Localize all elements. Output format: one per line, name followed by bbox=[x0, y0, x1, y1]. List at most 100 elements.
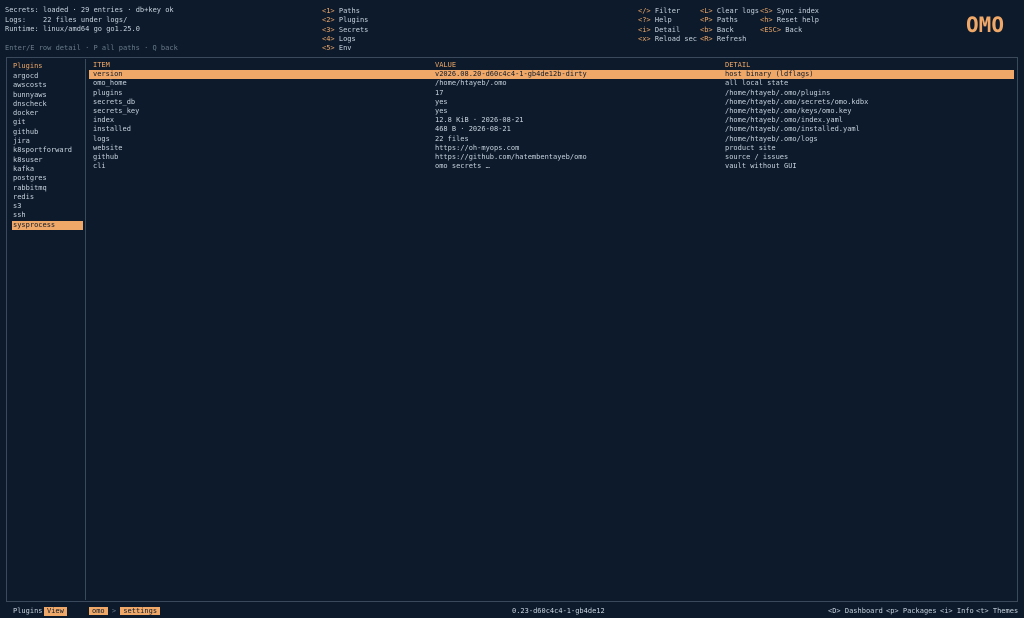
keyboard-hint: Enter/E row detail · P all paths · Q bac… bbox=[5, 44, 178, 52]
sidebar-item-docker[interactable]: docker bbox=[13, 109, 83, 118]
table-row[interactable]: secrets_key yes/home/htayeb/.omo/keys/omo… bbox=[89, 107, 1014, 116]
row-value: yes bbox=[435, 106, 448, 115]
row-value: 22 files bbox=[435, 134, 469, 143]
table-row[interactable]: website https://oh-myops.com product site bbox=[89, 144, 1014, 153]
actions-col-a: </> Filter <?> Help <i> Detail <x> Reloa… bbox=[638, 7, 697, 44]
row-detail: /home/htayeb/.omo/secrets/omo.kdbx bbox=[725, 97, 869, 106]
action-refresh[interactable]: <R> Refresh bbox=[700, 35, 759, 44]
row-item: cli bbox=[93, 162, 106, 171]
row-item: secrets_db bbox=[93, 97, 136, 106]
nav-plugins[interactable]: <2> Plugins bbox=[322, 16, 368, 25]
sidebar-item-kafka[interactable]: kafka bbox=[13, 165, 83, 174]
row-item: installed bbox=[93, 125, 131, 134]
sidebar-item-sysprocess[interactable]: sysprocess bbox=[12, 220, 83, 231]
nav-env[interactable]: <5> Env bbox=[322, 44, 368, 53]
table-row[interactable]: index 12.8 KiB · 2026-08-21/home/htayeb/.… bbox=[89, 116, 1014, 125]
table-row[interactable]: secrets_db yes/home/htayeb/.omo/secrets/o… bbox=[89, 98, 1014, 107]
row-item: omo_home bbox=[93, 79, 127, 88]
sidebar-item-argocd[interactable]: argocd bbox=[13, 72, 83, 81]
status-key: Runtime: bbox=[5, 25, 39, 33]
mode-badge: View bbox=[44, 607, 67, 616]
action-back[interactable]: <b> Back bbox=[700, 26, 759, 35]
action-help[interactable]: <?> Help bbox=[638, 16, 697, 25]
row-value: https://oh-myops.com bbox=[435, 143, 520, 152]
sidebar-item-jira[interactable]: jira bbox=[13, 137, 83, 146]
sidebar-item-git[interactable]: git bbox=[13, 118, 83, 127]
status-key: Secrets: bbox=[5, 6, 39, 14]
table-row[interactable]: github https://github.com/hatembentayeb/o… bbox=[89, 153, 1014, 162]
sidebar-item-awscosts[interactable]: awscosts bbox=[13, 81, 83, 90]
sidebar-item-bunnyaws[interactable]: bunnyaws bbox=[13, 91, 83, 100]
row-detail: /home/htayeb/.omo/plugins bbox=[725, 88, 831, 97]
sidebar-item-postgres[interactable]: postgres bbox=[13, 174, 83, 183]
action-esc-back[interactable]: <ESC> Back bbox=[760, 26, 819, 35]
table-row[interactable]: cli omo secrets … vault without GUI bbox=[89, 162, 1014, 171]
column-value: VALUE bbox=[435, 61, 457, 69]
row-detail: /home/htayeb/.omo/index.yaml bbox=[725, 116, 844, 125]
shortcut-info[interactable]: <i> Info bbox=[940, 607, 974, 616]
omo-logo: OMO bbox=[966, 14, 1004, 36]
shortcut-packages[interactable]: <p> Packages bbox=[886, 607, 937, 616]
settings-table: ITEM VALUE DETAIL version v2026.08.20-d60… bbox=[89, 61, 1014, 171]
nav-sections: <1> Paths <2> Plugins <3> Secrets <4> Lo… bbox=[322, 7, 368, 53]
sidebar-item-dnscheck[interactable]: dnscheck bbox=[13, 100, 83, 109]
action-paths[interactable]: <P> Paths bbox=[700, 16, 759, 25]
row-detail: host binary (ldflags) bbox=[725, 70, 814, 79]
sidebar-item-redis[interactable]: redis bbox=[13, 193, 83, 202]
action-reset-help[interactable]: <h> Reset help bbox=[760, 16, 819, 25]
nav-paths[interactable]: <1> Paths bbox=[322, 7, 368, 16]
table-row[interactable]: plugins 17/home/htayeb/.omo/plugins bbox=[89, 89, 1014, 98]
row-detail: /home/htayeb/.omo/installed.yaml bbox=[725, 125, 860, 134]
row-value: yes bbox=[435, 97, 448, 106]
row-item: logs bbox=[93, 134, 110, 143]
sidebar-item-rabbitmq[interactable]: rabbitmq bbox=[13, 184, 83, 193]
breadcrumb: omo > settings bbox=[89, 607, 161, 616]
action-reload-secrets[interactable]: <x> Reload sec bbox=[638, 35, 697, 44]
status-value: 22 files under logs/ bbox=[43, 15, 128, 24]
row-item: secrets_key bbox=[93, 106, 140, 115]
sidebar-item-github[interactable]: github bbox=[13, 128, 83, 137]
action-clear-logs[interactable]: <L> Clear logs bbox=[700, 7, 759, 16]
row-detail: /home/htayeb/.omo/keys/omo.key bbox=[725, 106, 852, 115]
column-item: ITEM bbox=[93, 61, 110, 69]
header: Secrets: loaded · 29 entries · db+key ok … bbox=[0, 0, 1024, 56]
actions-col-b: <L> Clear logs <P> Paths <b> Back <R> Re… bbox=[700, 7, 759, 44]
row-detail: /home/htayeb/.omo/logs bbox=[725, 134, 818, 143]
breadcrumb-root[interactable]: omo bbox=[89, 607, 108, 615]
plugin-list: argocd awscosts bunnyaws dnscheck docker git g… bbox=[12, 72, 83, 231]
actions-col-c: <S> Sync index <h> Reset help <ESC> Back bbox=[760, 7, 819, 35]
shortcut-themes[interactable]: <t> Themes bbox=[976, 607, 1018, 616]
column-detail: DETAIL bbox=[725, 61, 751, 69]
action-filter[interactable]: </> Filter bbox=[638, 7, 697, 16]
table-row[interactable]: version v2026.08.20-d60c4c4-1-gb4de12b-di… bbox=[89, 70, 1014, 80]
row-value: /home/htayeb/.omo bbox=[435, 79, 507, 88]
row-value: 468 B · 2026-08-21 bbox=[435, 125, 511, 134]
table-row[interactable]: omo_home/home/htayeb/.omo all local state bbox=[89, 79, 1014, 88]
table-row[interactable]: installed 468 B · 2026-08-21/home/htayeb/… bbox=[89, 125, 1014, 134]
status-secrets: Secrets: loaded · 29 entries · db+key ok bbox=[5, 6, 174, 15]
plugin-sidebar: Plugins argocd awscosts bunnyaws dnscheck do… bbox=[8, 59, 86, 600]
status-key: Logs: bbox=[5, 15, 27, 24]
svg-text:OMO: OMO bbox=[966, 14, 1004, 36]
row-detail: source / issues bbox=[725, 152, 789, 161]
sidebar-title: Plugins bbox=[13, 62, 43, 70]
action-sync-index[interactable]: <S> Sync index bbox=[760, 7, 819, 16]
table-body: version v2026.08.20-d60c4c4-1-gb4de12b-di… bbox=[89, 70, 1014, 171]
table-header: ITEM VALUE DETAIL bbox=[89, 61, 1014, 70]
sidebar-item-k8suser[interactable]: k8suser bbox=[13, 156, 83, 165]
breadcrumb-current[interactable]: settings bbox=[120, 607, 161, 615]
sidebar-item-s3[interactable]: s3 bbox=[13, 202, 83, 211]
row-detail: all local state bbox=[725, 79, 789, 88]
row-value: omo secrets … bbox=[435, 162, 490, 171]
nav-secrets[interactable]: <3> Secrets bbox=[322, 26, 368, 35]
status-runtime: Runtime: linux/amd64 go go1.25.0 bbox=[5, 25, 140, 34]
action-detail[interactable]: <i> Detail bbox=[638, 26, 697, 35]
table-row[interactable]: logs 22 files/home/htayeb/.omo/logs bbox=[89, 135, 1014, 144]
sidebar-item-k8sportforward[interactable]: k8sportforward bbox=[13, 146, 83, 155]
row-value: https://github.com/hatembentayeb/omo bbox=[435, 152, 587, 161]
shortcut-dashboard[interactable]: <D> Dashboard bbox=[828, 607, 883, 616]
row-value: 17 bbox=[435, 88, 444, 97]
sidebar-item-ssh[interactable]: ssh bbox=[13, 211, 83, 220]
nav-logs[interactable]: <4> Logs bbox=[322, 35, 368, 44]
status-left-label: Plugins bbox=[13, 607, 43, 615]
